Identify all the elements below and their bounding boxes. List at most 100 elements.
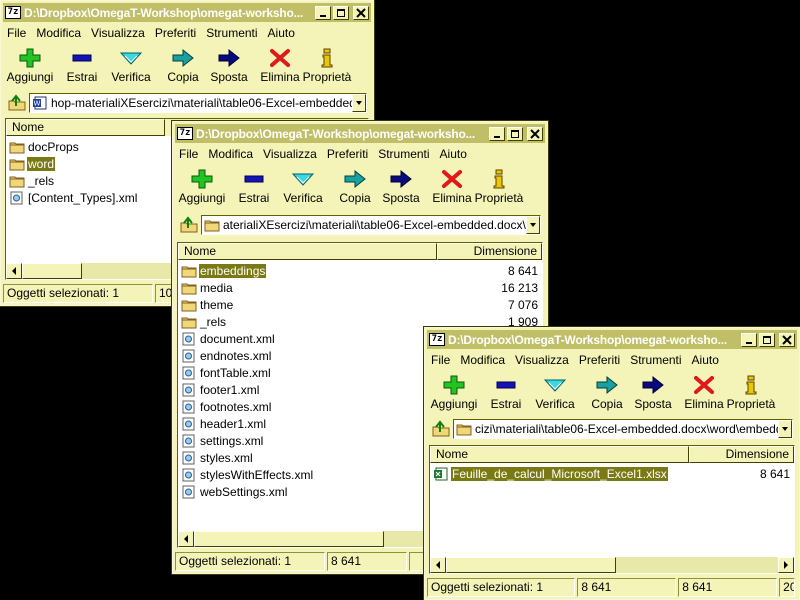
minimize-button[interactable]: [741, 332, 757, 347]
verify-button[interactable]: Verifica: [280, 165, 326, 205]
toolbar-label: Verifica: [111, 70, 151, 84]
column-header-name[interactable]: Nome: [430, 446, 689, 463]
list-item[interactable]: embeddings 8 641: [178, 262, 542, 279]
delete-button[interactable]: Elimina: [681, 371, 727, 411]
chevron-down-icon[interactable]: [526, 216, 540, 234]
menu-visualizza[interactable]: Visualizza: [263, 147, 317, 161]
xml-file-icon: [181, 349, 197, 363]
file-list[interactable]: Nome Dimensione Feuille_de_calcul_Microsof…: [429, 445, 795, 574]
properties-button[interactable]: Proprietà: [726, 371, 776, 411]
toolbar: Aggiungi Estrai Verifica Copia Sposta Elimina…: [175, 165, 545, 211]
close-button[interactable]: [779, 332, 795, 347]
maximize-icon: [337, 8, 345, 17]
verify-icon: [120, 48, 142, 68]
chevron-down-icon[interactable]: [778, 420, 792, 438]
maximize-button[interactable]: [759, 332, 775, 347]
menu-file[interactable]: File: [179, 147, 198, 161]
menu-preferiti[interactable]: Preferiti: [327, 147, 368, 161]
column-header-size[interactable]: Dimensione: [689, 446, 794, 463]
scroll-right-icon[interactable]: [778, 557, 794, 573]
item-size: 8 641: [759, 466, 790, 481]
up-folder-icon[interactable]: [179, 216, 201, 234]
up-folder-icon[interactable]: [431, 420, 453, 438]
properties-button[interactable]: Proprietà: [474, 165, 524, 205]
properties-button[interactable]: Proprietà: [302, 44, 352, 84]
menu-strumenti[interactable]: Strumenti: [206, 26, 257, 40]
address-path[interactable]: cizi\materiali\table06-Excel-embedded.do…: [475, 422, 778, 436]
xml-file-icon: [181, 485, 197, 499]
app-7zip-icon[interactable]: 7z: [5, 6, 21, 19]
scroll-left-icon[interactable]: [178, 531, 194, 547]
minimize-button[interactable]: [315, 5, 331, 20]
list-item[interactable]: Feuille_de_calcul_Microsoft_Excel1.xlsx 8…: [430, 465, 794, 482]
maximize-button[interactable]: [333, 5, 349, 20]
scroll-left-icon[interactable]: [6, 263, 22, 279]
copy-button[interactable]: Copia: [584, 371, 630, 411]
menu-aiuto[interactable]: Aiuto: [268, 26, 295, 40]
verify-button[interactable]: Verifica: [108, 44, 154, 84]
horizontal-scrollbar[interactable]: [430, 557, 794, 573]
menu-visualizza[interactable]: Visualizza: [91, 26, 145, 40]
menu-preferiti[interactable]: Preferiti: [579, 353, 620, 367]
delete-button[interactable]: Elimina: [257, 44, 303, 84]
move-button[interactable]: Sposta: [378, 165, 424, 205]
address-combobox[interactable]: Whop-materialiXEsercizi\materiali\table0…: [29, 93, 367, 113]
scroll-thumb[interactable]: [22, 263, 82, 279]
column-header-name[interactable]: Nome: [6, 119, 165, 136]
menu-strumenti[interactable]: Strumenti: [630, 353, 681, 367]
menu-modifica[interactable]: Modifica: [36, 26, 81, 40]
app-7zip-icon[interactable]: 7z: [429, 333, 445, 346]
window-embeddings-folder[interactable]: 7z D:\Dropbox\OmegaT-Workshop\omegat-work…: [423, 326, 800, 600]
menu-file[interactable]: File: [431, 353, 450, 367]
add-button[interactable]: Aggiungi: [7, 44, 53, 84]
scroll-left-icon[interactable]: [430, 557, 446, 573]
app-7zip-icon[interactable]: 7z: [177, 127, 193, 140]
column-header-name[interactable]: Nome: [178, 243, 437, 260]
list-item[interactable]: media 16 213: [178, 279, 542, 296]
menu-preferiti[interactable]: Preferiti: [155, 26, 196, 40]
extract-button[interactable]: Estrai: [231, 165, 277, 205]
address-path[interactable]: hop-materialiXEsercizi\materiali\table06…: [51, 96, 352, 110]
address-combobox[interactable]: aterialiXEsercizi\materiali\table06-Exce…: [201, 215, 541, 235]
scroll-thumb[interactable]: [446, 557, 616, 573]
copy-button[interactable]: Copia: [160, 44, 206, 84]
folder-icon: [9, 157, 25, 171]
title-bar[interactable]: 7z D:\Dropbox\OmegaT-Workshop\omegat-work…: [427, 330, 797, 349]
menu-modifica[interactable]: Modifica: [208, 147, 253, 161]
menu-file[interactable]: File: [7, 26, 26, 40]
close-button[interactable]: [527, 126, 543, 141]
xml-file-icon: [181, 332, 197, 346]
delete-button[interactable]: Elimina: [429, 165, 475, 205]
menu-aiuto[interactable]: Aiuto: [692, 353, 719, 367]
item-name-cell: webSettings.xml: [178, 485, 437, 499]
scroll-track[interactable]: [446, 557, 778, 573]
up-folder-icon[interactable]: [7, 94, 29, 112]
menu-modifica[interactable]: Modifica: [460, 353, 505, 367]
move-button[interactable]: Sposta: [630, 371, 676, 411]
verify-button[interactable]: Verifica: [532, 371, 578, 411]
maximize-button[interactable]: [507, 126, 523, 141]
menu-strumenti[interactable]: Strumenti: [378, 147, 429, 161]
minimize-button[interactable]: [489, 126, 505, 141]
list-item[interactable]: theme 7 076: [178, 296, 542, 313]
title-bar[interactable]: 7z D:\Dropbox\OmegaT-Workshop\omegat-work…: [175, 124, 545, 143]
close-button[interactable]: [353, 5, 369, 20]
address-path[interactable]: aterialiXEsercizi\materiali\table06-Exce…: [223, 218, 526, 232]
xml-file-icon: [181, 468, 197, 482]
add-button[interactable]: Aggiungi: [179, 165, 225, 205]
extract-icon: [243, 169, 265, 189]
column-header-size[interactable]: Dimensione: [437, 243, 542, 260]
move-button[interactable]: Sposta: [206, 44, 252, 84]
menu-visualizza[interactable]: Visualizza: [515, 353, 569, 367]
extract-button[interactable]: Estrai: [483, 371, 529, 411]
toolbar-label: Sposta: [382, 191, 420, 205]
add-button[interactable]: Aggiungi: [431, 371, 477, 411]
copy-button[interactable]: Copia: [332, 165, 378, 205]
item-size: 7 076: [507, 297, 538, 312]
chevron-down-icon[interactable]: [352, 94, 366, 112]
menu-aiuto[interactable]: Aiuto: [440, 147, 467, 161]
extract-button[interactable]: Estrai: [59, 44, 105, 84]
scroll-thumb[interactable]: [194, 531, 384, 547]
address-combobox[interactable]: cizi\materiali\table06-Excel-embedded.do…: [453, 419, 793, 439]
title-bar[interactable]: 7z D:\Dropbox\OmegaT-Workshop\omegat-work…: [3, 3, 371, 22]
